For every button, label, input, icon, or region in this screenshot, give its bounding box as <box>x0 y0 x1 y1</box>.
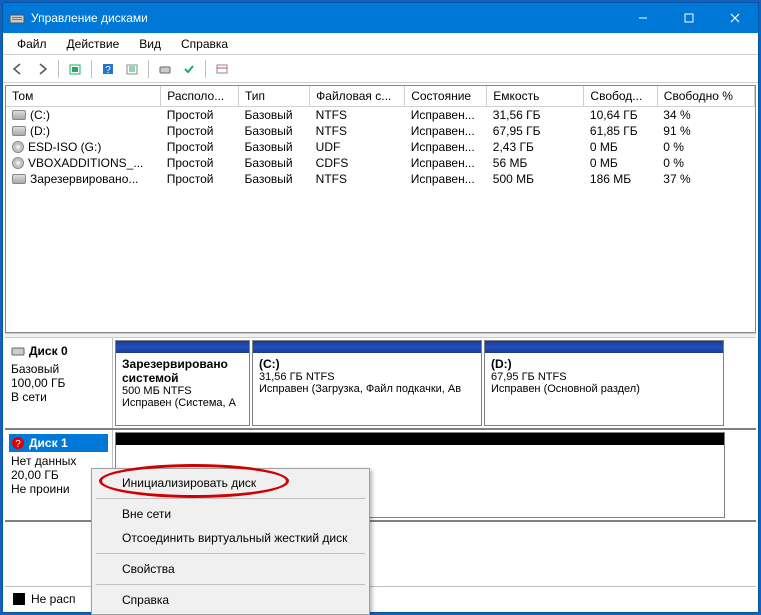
column-header[interactable]: Емкость <box>487 86 584 107</box>
check-toolbar-button[interactable] <box>178 58 200 80</box>
disk-warning-icon: ? <box>11 436 25 450</box>
context-menu-item[interactable]: Вне сети <box>94 502 367 526</box>
maximize-button[interactable] <box>666 3 712 33</box>
volume-row[interactable]: Зарезервировано...ПростойБазовыйNTFSИспр… <box>6 171 755 187</box>
titlebar[interactable]: Управление дисками <box>3 3 758 33</box>
menu-help[interactable]: Справка <box>171 35 238 53</box>
menu-file[interactable]: Файл <box>7 35 57 53</box>
legend-swatch-unallocated <box>13 593 25 605</box>
legend-label: Не расп <box>31 592 76 606</box>
column-header[interactable]: Располо... <box>161 86 239 107</box>
volume-row[interactable]: (C:)ПростойБазовыйNTFSИсправен...31,56 Г… <box>6 107 755 124</box>
back-button[interactable] <box>7 58 29 80</box>
app-icon <box>9 10 25 26</box>
svg-text:?: ? <box>15 439 21 450</box>
toolbar: ? <box>3 55 758 83</box>
menubar: Файл Действие Вид Справка <box>3 33 758 55</box>
refresh-toolbar-button[interactable] <box>121 58 143 80</box>
drive-icon <box>12 126 26 136</box>
context-menu-item[interactable]: Инициализировать диск <box>94 471 367 495</box>
volume-list-pane[interactable]: ТомРасполо...ТипФайловая с...СостояниеЕм… <box>5 85 756 333</box>
partition[interactable]: (D:)67,95 ГБ NTFSИсправен (Основной разд… <box>484 340 724 426</box>
volume-row[interactable]: (D:)ПростойБазовыйNTFSИсправен...67,95 Г… <box>6 123 755 139</box>
drive-toolbar-button[interactable] <box>154 58 176 80</box>
disk-icon <box>11 344 25 358</box>
cd-icon <box>12 141 24 153</box>
menu-action[interactable]: Действие <box>57 35 130 53</box>
disk-header[interactable]: ?Диск 1 <box>9 434 108 452</box>
column-header[interactable]: Тип <box>238 86 309 107</box>
help-toolbar-button[interactable]: ? <box>97 58 119 80</box>
context-menu-item[interactable]: Отсоединить виртуальный жесткий диск <box>94 526 367 550</box>
partition[interactable]: Зарезервировано системой500 МБ NTFSИспра… <box>115 340 250 426</box>
cd-icon <box>12 157 24 169</box>
context-menu-item[interactable]: Свойства <box>94 557 367 581</box>
close-button[interactable] <box>712 3 758 33</box>
list-toolbar-button[interactable] <box>211 58 233 80</box>
drive-icon <box>12 174 26 184</box>
disk-context-menu: Инициализировать диск Вне сетиОтсоединить… <box>91 468 370 615</box>
context-menu-item[interactable]: Справка <box>94 588 367 612</box>
window-title: Управление дисками <box>31 11 620 25</box>
column-header[interactable]: Состояние <box>405 86 487 107</box>
svg-text:?: ? <box>105 65 111 76</box>
disk-header[interactable]: Диск 0 <box>9 342 108 360</box>
volume-row[interactable]: VBOXADDITIONS_...ПростойБазовыйCDFSИспра… <box>6 155 755 171</box>
volume-row[interactable]: ESD-ISO (G:)ПростойБазовыйUDFИсправен...… <box>6 139 755 155</box>
volume-table: ТомРасполо...ТипФайловая с...СостояниеЕм… <box>6 86 755 187</box>
column-header[interactable]: Файловая с... <box>310 86 405 107</box>
disk-row[interactable]: Диск 0Базовый100,00 ГБВ сетиЗарезервиров… <box>5 338 756 430</box>
drive-icon <box>12 110 26 120</box>
minimize-button[interactable] <box>620 3 666 33</box>
forward-button[interactable] <box>31 58 53 80</box>
column-header[interactable]: Свободно % <box>657 86 754 107</box>
up-toolbar-button[interactable] <box>64 58 86 80</box>
partition[interactable]: (C:)31,56 ГБ NTFSИсправен (Загрузка, Фай… <box>252 340 482 426</box>
menu-view[interactable]: Вид <box>129 35 171 53</box>
column-header[interactable]: Свобод... <box>584 86 657 107</box>
column-header[interactable]: Том <box>6 86 161 107</box>
